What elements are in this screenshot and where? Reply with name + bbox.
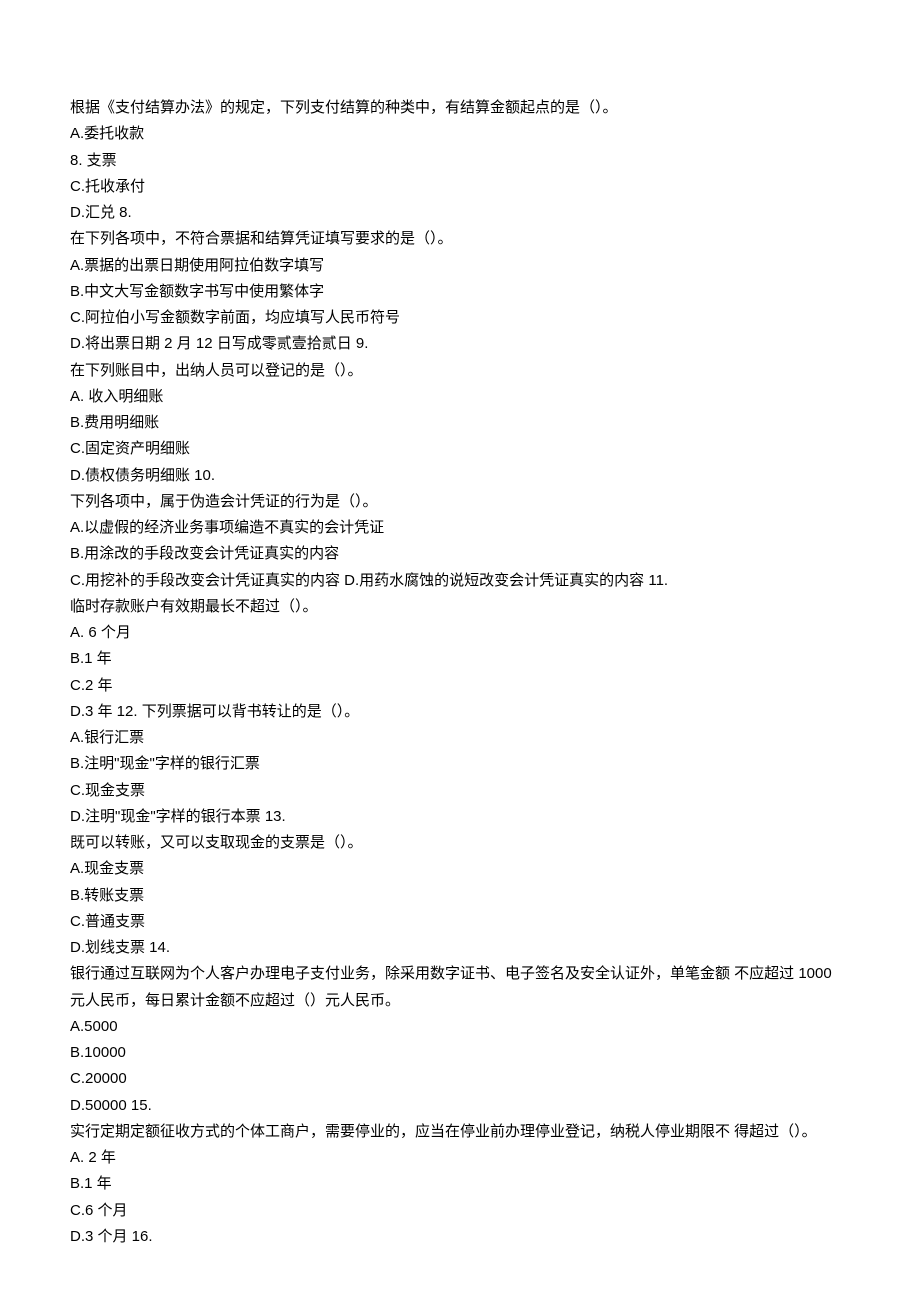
text-line: D.3 年 12. 下列票据可以背书转让的是（）。 [70, 699, 850, 725]
text-line: A.银行汇票 [70, 725, 850, 751]
text-line: D.3 个月 16. [70, 1224, 850, 1250]
text-line: B.转账支票 [70, 883, 850, 909]
text-line: B.中文大写金额数字书写中使用繁体字 [70, 279, 850, 305]
text-line: C.现金支票 [70, 778, 850, 804]
text-line: C.托收承付 [70, 174, 850, 200]
text-line: C.2 年 [70, 673, 850, 699]
text-line: C.6 个月 [70, 1198, 850, 1224]
text-line: C.20000 [70, 1066, 850, 1092]
text-line: A.委托收款 [70, 121, 850, 147]
text-line: B.用涂改的手段改变会计凭证真实的内容 [70, 541, 850, 567]
text-line: A.以虚假的经济业务事项编造不真实的会计凭证 [70, 515, 850, 541]
text-line: D.将出票日期 2 月 12 日写成零贰壹拾贰日 9. [70, 331, 850, 357]
text-line: 实行定期定额征收方式的个体工商户，需要停业的，应当在停业前办理停业登记，纳税人停… [70, 1119, 850, 1145]
text-line: A. 收入明细账 [70, 384, 850, 410]
text-line: D.债权债务明细账 10. [70, 463, 850, 489]
document-body: 根据《支付结算办法》的规定，下列支付结算的种类中，有结算金额起点的是（）。A.委… [70, 95, 850, 1250]
text-line: C.固定资产明细账 [70, 436, 850, 462]
text-line: A.现金支票 [70, 856, 850, 882]
text-line: 临时存款账户有效期最长不超过（）。 [70, 594, 850, 620]
text-line: D.注明"现金"字样的银行本票 13. [70, 804, 850, 830]
text-line: D.50000 15. [70, 1093, 850, 1119]
text-line: B.费用明细账 [70, 410, 850, 436]
text-line: D.划线支票 14. [70, 935, 850, 961]
text-line: 根据《支付结算办法》的规定，下列支付结算的种类中，有结算金额起点的是（）。 [70, 95, 850, 121]
text-line: 既可以转账，又可以支取现金的支票是（）。 [70, 830, 850, 856]
text-line: A.票据的出票日期使用阿拉伯数字填写 [70, 253, 850, 279]
text-line: 银行通过互联网为个人客户办理电子支付业务，除采用数字证书、电子签名及安全认证外，… [70, 961, 850, 1014]
text-line: D.汇兑 8. [70, 200, 850, 226]
text-line: C.普通支票 [70, 909, 850, 935]
text-line: 在下列各项中，不符合票据和结算凭证填写要求的是（）。 [70, 226, 850, 252]
text-line: C.阿拉伯小写金额数字前面，均应填写人民币符号 [70, 305, 850, 331]
text-line: A. 6 个月 [70, 620, 850, 646]
text-line: B.10000 [70, 1040, 850, 1066]
text-line: 8. 支票 [70, 148, 850, 174]
text-line: C.用挖补的手段改变会计凭证真实的内容 D.用药水腐蚀的说短改变会计凭证真实的内… [70, 568, 850, 594]
text-line: B.1 年 [70, 1171, 850, 1197]
text-line: A. 2 年 [70, 1145, 850, 1171]
text-line: A.5000 [70, 1014, 850, 1040]
text-line: B.1 年 [70, 646, 850, 672]
text-line: 下列各项中，属于伪造会计凭证的行为是（）。 [70, 489, 850, 515]
text-line: B.注明"现金"字样的银行汇票 [70, 751, 850, 777]
text-line: 在下列账目中，出纳人员可以登记的是（）。 [70, 358, 850, 384]
